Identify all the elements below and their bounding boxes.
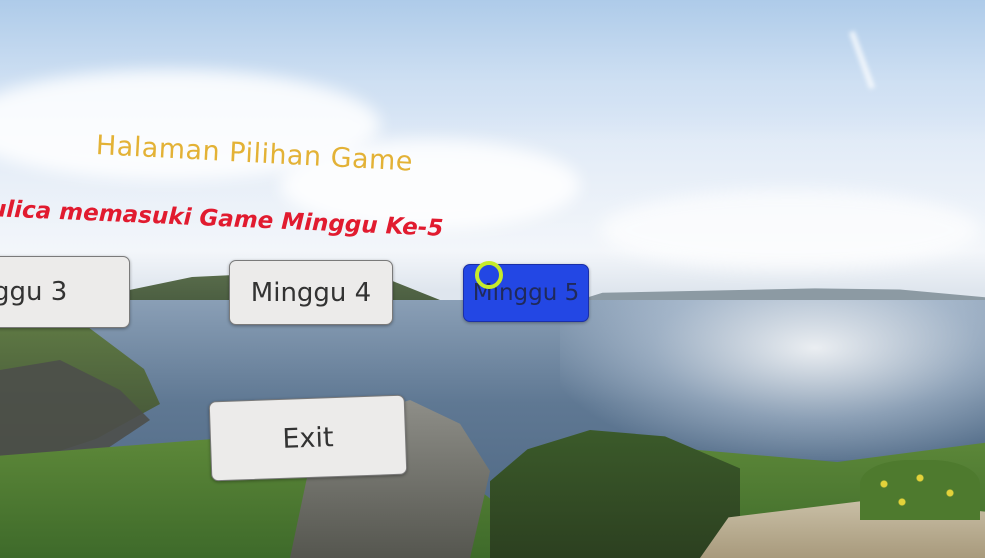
exit-button[interactable]: Exit [208,394,408,482]
week-3-button-label: ggu 3 [0,277,68,307]
week-4-button[interactable]: Minggu 4 [229,260,393,325]
gaze-reticle-icon [475,261,503,289]
exit-button-label: Exit [281,421,335,455]
week-4-button-label: Minggu 4 [250,277,372,308]
vr-scene: Halaman Pilihan Game ulica memasuki Game… [0,0,985,558]
cloud [600,190,980,270]
yellow-flowers [860,460,980,520]
week-3-button[interactable]: ggu 3 [0,256,130,328]
